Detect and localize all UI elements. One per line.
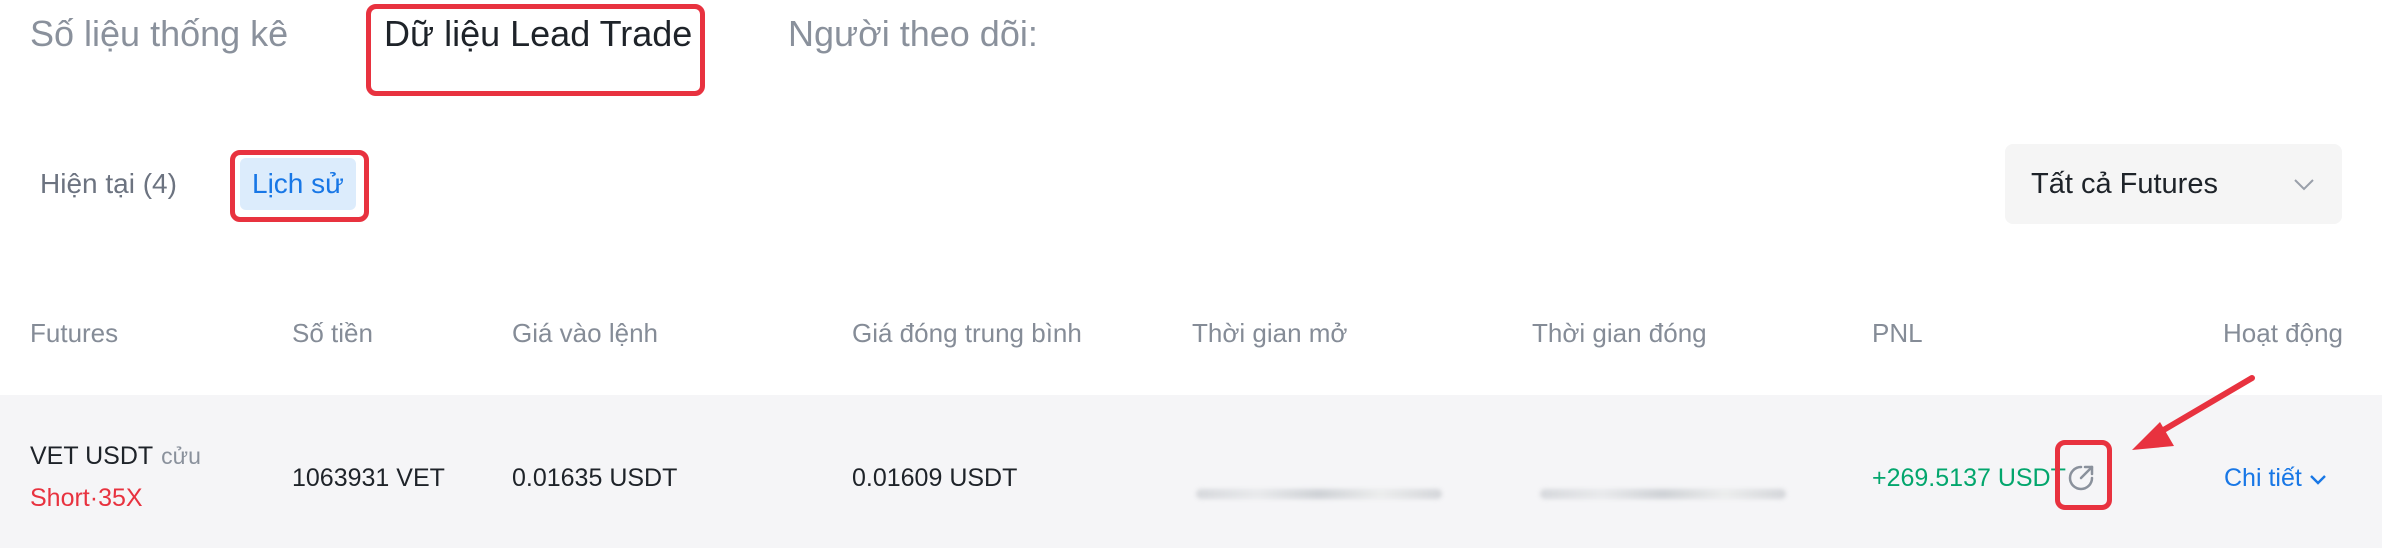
col-header-amount: Số tiền [292, 318, 373, 348]
subtab-current[interactable]: Hiện tại (4) [40, 164, 177, 204]
symbol-tag: cửu [161, 443, 201, 469]
row-close-time-redacted [1540, 489, 1786, 499]
col-header-pnl: PNL [1872, 318, 1923, 348]
details-label: Chi tiết [2224, 464, 2302, 492]
tab-statistics[interactable]: Số liệu thống kê [30, 8, 288, 60]
col-header-avg-close-price: Giá đóng trung bình [852, 318, 1082, 348]
row-pnl: +269.5137 USDT [1872, 464, 2066, 492]
lead-trade-page: Số liệu thống kê Dữ liệu Lead Trade Ngườ… [0, 0, 2382, 548]
chevron-down-icon [2294, 179, 2314, 191]
col-header-entry-price: Giá vào lệnh [512, 318, 658, 348]
col-header-futures: Futures [30, 318, 119, 348]
col-header-close-time: Thời gian đóng [1532, 318, 1707, 348]
col-header-open-time: Thời gian mở [1192, 318, 1348, 348]
col-header-actions: Hoạt động [2223, 318, 2343, 348]
row-entry-price: 0.01635 USDT [512, 464, 678, 492]
symbol-text: VET USDT [30, 442, 154, 470]
highlight-box-lead-trade-tab [366, 4, 705, 96]
row-side-leverage: Short·35X [30, 484, 143, 512]
chevron-down-icon [2309, 474, 2326, 485]
highlight-box-history-tab [230, 150, 369, 222]
row-details-link[interactable]: Chi tiết [2224, 464, 2328, 493]
row-symbol: VET USDT cửu [30, 442, 201, 471]
futures-filter-select[interactable]: Tất cả Futures [2005, 144, 2342, 224]
row-open-time-redacted [1196, 489, 1442, 499]
highlight-box-share-icon [2055, 440, 2112, 510]
futures-filter-value: Tất cả Futures [2031, 167, 2218, 200]
tab-followers[interactable]: Người theo dõi: [788, 8, 1038, 60]
annotation-arrow-icon [2132, 375, 2255, 450]
row-amount: 1063931 VET [292, 464, 445, 492]
row-avg-close-price: 0.01609 USDT [852, 464, 1018, 492]
